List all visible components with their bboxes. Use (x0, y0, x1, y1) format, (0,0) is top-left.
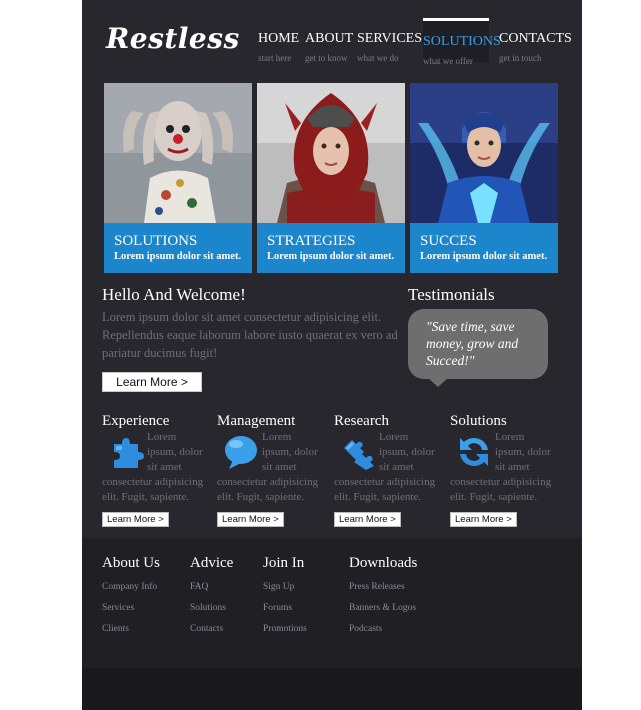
footer-link[interactable]: Press Releases (349, 580, 417, 594)
card-text: Lorem ipsum dolor sit amet. (114, 251, 242, 262)
footer-link[interactable]: Solutions (190, 601, 233, 615)
card-title: STRATEGIES (267, 233, 356, 249)
feature-research: Research Lorem ipsum, dolor sit amet con… (334, 413, 449, 527)
footer-link[interactable]: Company Info (102, 580, 160, 594)
nav-sublabel: get to know (305, 53, 348, 63)
cyber-character-image (410, 83, 558, 223)
feature-card-strategies[interactable]: STRATEGIES Lorem ipsum dolor sit amet. (257, 83, 405, 273)
feature-learn-more-button[interactable]: Learn More > (450, 512, 517, 527)
footer-link[interactable]: Promotions (263, 622, 307, 636)
feature-text-line: consectetur adipisicing (334, 476, 436, 488)
nav-solutions-active[interactable]: SOLUTIONS what we offer (423, 18, 501, 66)
puzzle-icon (114, 438, 144, 468)
feature-text-line: consectetur adipisicing (217, 476, 319, 488)
feature-learn-more-button[interactable]: Learn More > (334, 512, 401, 527)
nav-label: SERVICES (357, 31, 423, 46)
refresh-arrows-icon (460, 437, 488, 467)
card-text: Lorem ipsum dolor sit amet. (267, 251, 395, 262)
feature-solutions: Solutions Lorem ipsum, dolor sit amet co… (450, 413, 565, 527)
welcome-text: Lorem ipsum dolor sit amet consectetur a… (102, 310, 398, 360)
nav-label: ABOUT (305, 31, 354, 46)
feature-learn-more-button[interactable]: Learn More > (102, 512, 169, 527)
page-container: Restless HOME start here ABOUT get to kn… (82, 0, 582, 710)
footer-column-downloads: Downloads Press Releases Banners & Logos… (349, 555, 417, 636)
footer-column-title: Advice (190, 555, 234, 571)
nav-sublabel: what we offer (423, 56, 473, 66)
card-text: Lorem ipsum dolor sit amet. (420, 251, 548, 262)
feature-experience: Experience Lorem ipsum, dolor sit amet c… (102, 413, 217, 527)
card-image-hooded-warrior (257, 83, 405, 223)
hooded-warrior-image (257, 83, 405, 223)
puzzle-pieces-icon (344, 440, 374, 470)
feature-text-line: elit. Fugit, sapiente. (334, 491, 422, 503)
feature-text-line: consectetur adipisicing (102, 476, 204, 488)
site-logo[interactable]: Restless (106, 22, 240, 55)
card-image-clown-character (104, 83, 252, 223)
footer-link[interactable]: Clients (102, 622, 160, 636)
nav-label: HOME (258, 31, 300, 46)
nav-sublabel: start here (258, 53, 292, 63)
nav-services[interactable]: SERVICES what we do (357, 31, 422, 63)
feature-text-line: consectetur adipisicing (450, 476, 552, 488)
footer-link[interactable]: FAQ (190, 580, 233, 594)
footer-column-title: About Us (102, 555, 160, 571)
footer-link[interactable]: Banners & Logos (349, 601, 417, 615)
nav-label: SOLUTIONS (423, 34, 501, 49)
footer-column-title: Downloads (349, 555, 418, 571)
testimonial-bubble-tail (428, 378, 448, 387)
feature-text-line: elit. Fugit, sapiente. (102, 491, 190, 503)
feature-title: Research (334, 413, 389, 429)
feature-body: Lorem ipsum, dolor sit amet consectetur … (334, 430, 449, 508)
footer-column-join-in: Join In Sign Up Forums Promotions (263, 555, 307, 636)
feature-text-line: elit. Fugit, sapiente. (217, 491, 305, 503)
nav-sublabel: what we do (357, 53, 399, 63)
learn-more-button[interactable]: Learn More > (102, 372, 202, 392)
card-caption: STRATEGIES Lorem ipsum dolor sit amet. (257, 223, 405, 273)
feature-card-succes[interactable]: SUCCES Lorem ipsum dolor sit amet. (410, 83, 558, 273)
feature-body: Lorem ipsum, dolor sit amet consectetur … (217, 430, 332, 508)
footer-column-title: Join In (263, 555, 305, 571)
feature-learn-more-button[interactable]: Learn More > (217, 512, 284, 527)
footer-link[interactable]: Sign Up (263, 580, 307, 594)
card-caption: SUCCES Lorem ipsum dolor sit amet. (410, 223, 558, 273)
feature-title: Solutions (450, 413, 507, 429)
footer-column-advice: Advice FAQ Solutions Contacts (190, 555, 233, 636)
feature-title: Experience (102, 413, 170, 429)
speech-bubble-icon (225, 436, 257, 469)
card-title: SOLUTIONS (114, 233, 198, 249)
feature-title: Management (217, 413, 296, 429)
card-caption: SOLUTIONS Lorem ipsum dolor sit amet. (104, 223, 252, 273)
footer-link[interactable]: Forums (263, 601, 307, 615)
nav-home[interactable]: HOME start here (258, 31, 299, 63)
card-title: SUCCES (420, 233, 477, 249)
footer-column-about-us: About Us Company Info Services Clients (102, 555, 160, 636)
footer-link[interactable]: Services (102, 601, 160, 615)
feature-management: Management Lorem ipsum, dolor sit amet c… (217, 413, 332, 527)
nav-about[interactable]: ABOUT get to know (305, 31, 353, 63)
nav-contacts[interactable]: CONTACTS get in touch (499, 31, 572, 63)
footer-link[interactable]: Podcasts (349, 622, 417, 636)
feature-text-line: elit. Fugit, sapiente. (450, 491, 538, 503)
nav-label: CONTACTS (499, 31, 572, 46)
clown-character-image (104, 83, 252, 223)
footer-link[interactable]: Contacts (190, 622, 233, 636)
feature-card-solutions[interactable]: SOLUTIONS Lorem ipsum dolor sit amet. (104, 83, 252, 273)
testimonial-quote: "Save time, save money, grow and Succed!… (426, 319, 519, 368)
feature-body: Lorem ipsum, dolor sit amet consectetur … (102, 430, 217, 508)
feature-body: Lorem ipsum, dolor sit amet consectetur … (450, 430, 565, 508)
testimonials-heading: Testimonials (408, 285, 495, 304)
nav-sublabel: get in touch (499, 53, 542, 63)
card-image-cyber-character (410, 83, 558, 223)
welcome-heading: Hello And Welcome! (102, 285, 246, 304)
bottom-bar (82, 668, 582, 710)
